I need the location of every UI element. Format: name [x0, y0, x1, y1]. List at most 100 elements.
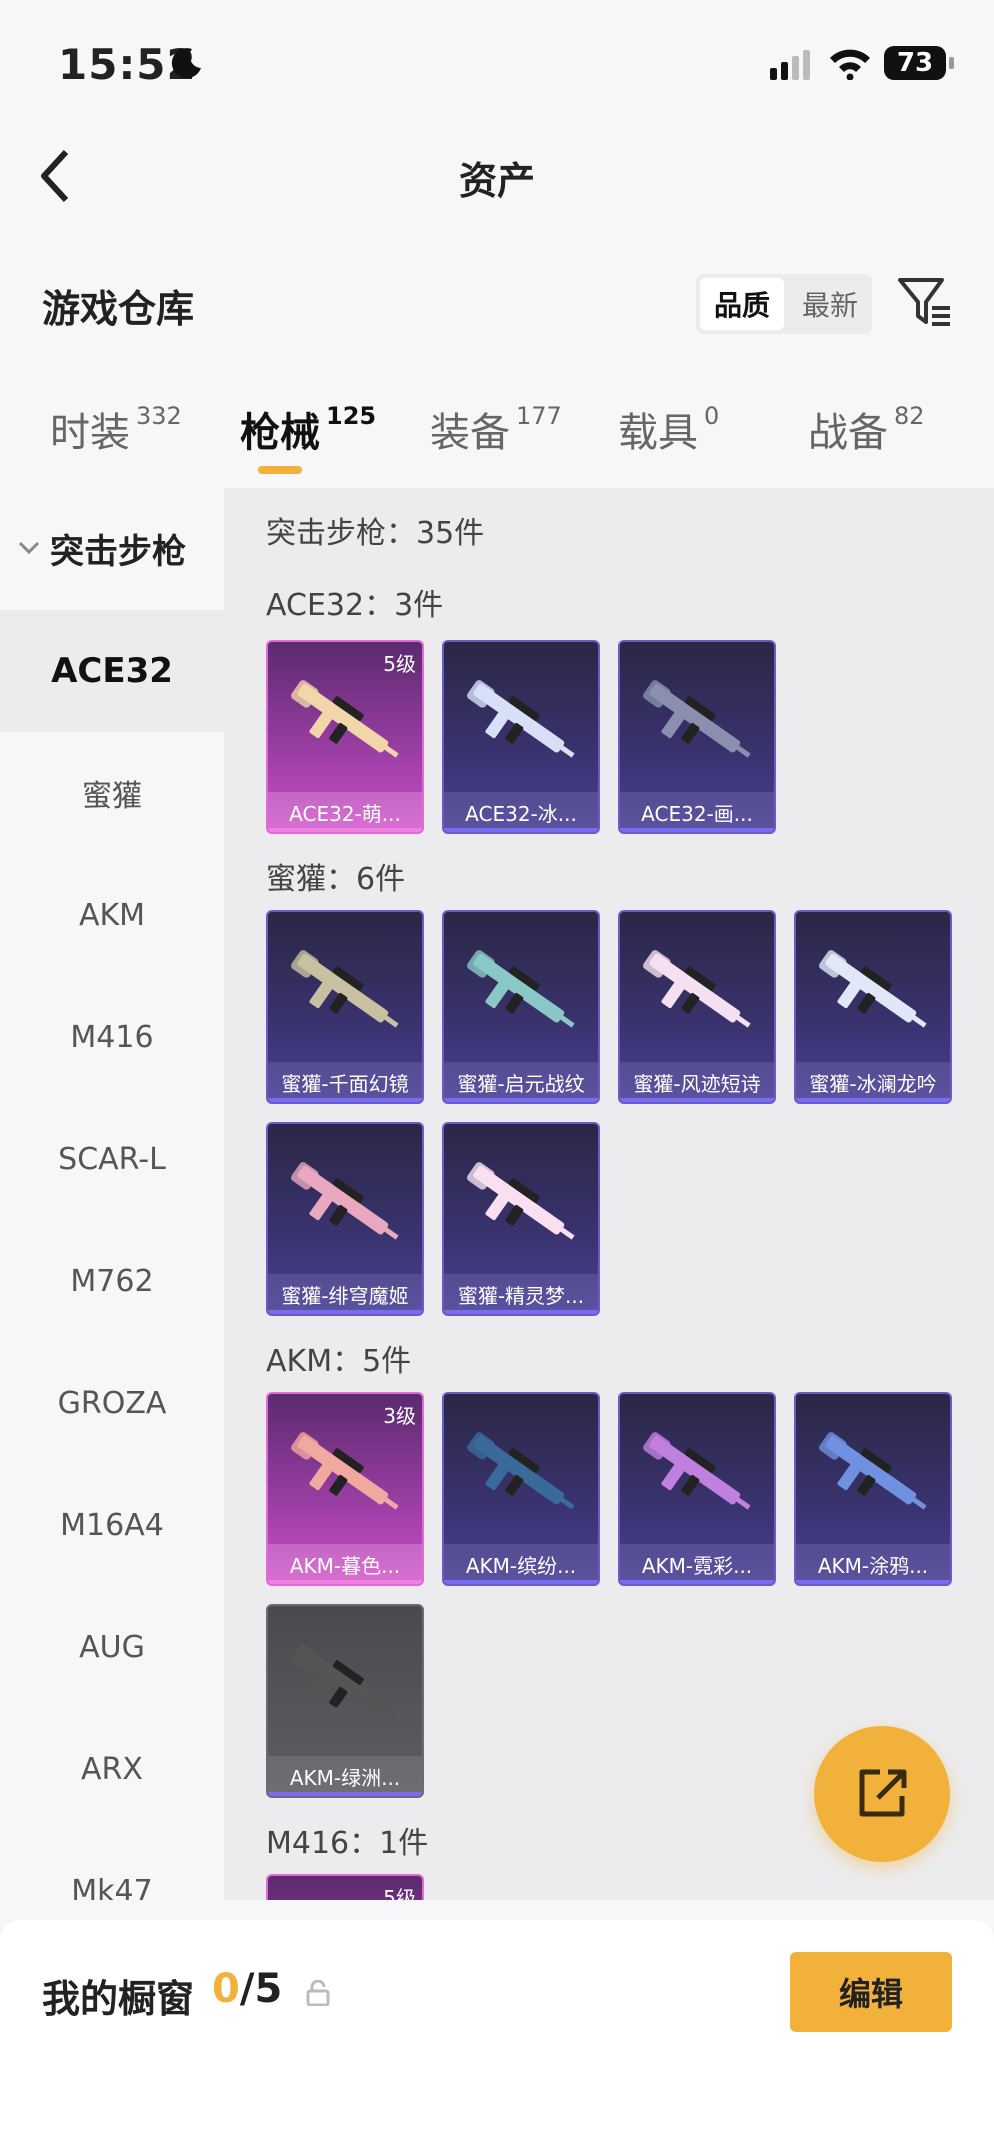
weapon-card[interactable]: AKM-涂鸦...: [794, 1392, 952, 1586]
rarity-bar: [444, 1098, 598, 1102]
sidebar-category-assault-rifle[interactable]: 突击步枪: [0, 488, 224, 608]
sidebar-item-scar-l[interactable]: SCAR-L: [0, 1098, 224, 1220]
status-bar: 15:52 73: [0, 0, 994, 130]
weapon-name: AKM-绿洲...: [268, 1756, 422, 1796]
weapon-name: ACE32-萌...: [268, 792, 422, 832]
weapon-sidebar: 突击步枪 ACE32 蜜獾 AKM M416 SCAR-L M762 GROZA…: [0, 488, 224, 1900]
weapon-card[interactable]: 蜜獾-风迹短诗: [618, 910, 776, 1104]
category-total: 突击步枪：35件: [266, 516, 485, 551]
weapon-level-badge: 5级: [383, 1886, 416, 1900]
weapon-name: AKM-霓彩...: [620, 1544, 774, 1584]
sidebar-item-m16a4[interactable]: M16A4: [0, 1464, 224, 1586]
weapon-card[interactable]: 蜜獾-绯穹魔姬: [266, 1122, 424, 1316]
rifle-icon: [467, 950, 575, 1028]
weapon-card[interactable]: 3级 AKM-暮色...: [266, 1392, 424, 1586]
sort-toggle: 品质 最新: [696, 274, 872, 334]
rifle-icon: [643, 950, 751, 1028]
weapon-card[interactable]: 5级: [266, 1874, 424, 1900]
rifle-icon: [467, 680, 575, 758]
battery-indicator: 73: [884, 46, 954, 80]
rifle-icon: [291, 680, 399, 758]
weapon-name: 蜜獾-风迹短诗: [620, 1062, 774, 1102]
weapon-grid: 突击步枪：35件 ACE32：3件 5级 ACE32-萌... ACE32-冰..…: [224, 488, 994, 1900]
sidebar-item-arx[interactable]: ARX: [0, 1708, 224, 1830]
lock-icon: [306, 1980, 330, 2006]
tab-equipment[interactable]: 装备 177: [430, 400, 562, 458]
share-button[interactable]: [814, 1726, 950, 1862]
section-label-ace32: ACE32：3件: [266, 588, 444, 623]
sort-quality-button[interactable]: 品质: [700, 278, 784, 330]
weapon-card[interactable]: ACE32-冰...: [442, 640, 600, 834]
tab-fashion[interactable]: 时装 332: [50, 400, 182, 458]
sidebar-item-akm[interactable]: AKM: [0, 854, 224, 976]
signal-icon: [770, 50, 810, 80]
weapon-card[interactable]: ACE32-画...: [618, 640, 776, 834]
rifle-icon: [291, 1644, 399, 1722]
weapon-card[interactable]: 蜜獾-千面幻镜: [266, 910, 424, 1104]
weapon-card[interactable]: 蜜獾-冰澜龙吟: [794, 910, 952, 1104]
weapon-card[interactable]: 蜜獾-精灵梦...: [442, 1122, 600, 1316]
sidebar-item-m416[interactable]: M416: [0, 976, 224, 1098]
sidebar-item-honey-badger[interactable]: 蜜獾: [0, 732, 224, 854]
weapon-name: 蜜獾-冰澜龙吟: [796, 1062, 950, 1102]
weapon-card[interactable]: AKM-缤纷...: [442, 1392, 600, 1586]
tab-supplies[interactable]: 战备 82: [808, 400, 925, 458]
filter-icon[interactable]: [896, 276, 952, 330]
rarity-bar: [620, 1580, 774, 1584]
weapon-name: 蜜獾-千面幻镜: [268, 1062, 422, 1102]
sidebar-item-m762[interactable]: M762: [0, 1220, 224, 1342]
showcase-count: 0/5: [212, 1966, 283, 2012]
rifle-icon: [819, 1432, 927, 1510]
edit-button[interactable]: 编辑: [790, 1952, 952, 2032]
weapon-card[interactable]: 5级 ACE32-萌...: [266, 640, 424, 834]
sidebar-item-groza[interactable]: GROZA: [0, 1342, 224, 1464]
rarity-bar: [268, 1792, 422, 1796]
rarity-bar: [268, 1310, 422, 1314]
weapon-name: 蜜獾-精灵梦...: [444, 1274, 598, 1314]
weapon-level-badge: 3级: [383, 1404, 416, 1428]
tab-firearms[interactable]: 枪械 125: [240, 400, 376, 458]
chevron-down-icon: [18, 541, 40, 555]
section-label-honey-badger: 蜜獾：6件: [266, 862, 406, 897]
weapon-name: AKM-涂鸦...: [796, 1544, 950, 1584]
sidebar-item-mk47[interactable]: Mk47: [0, 1830, 224, 1901]
rifle-icon: [643, 1432, 751, 1510]
rifle-icon: [291, 950, 399, 1028]
rarity-bar: [268, 1098, 422, 1102]
rarity-bar: [620, 1098, 774, 1102]
sidebar-category-label: 突击步枪: [50, 531, 186, 572]
rarity-bar: [268, 828, 422, 832]
category-tabs: 时装 332 枪械 125 装备 177 载具 0 战备 82: [0, 400, 994, 480]
weapon-name: ACE32-画...: [620, 792, 774, 832]
rarity-bar: [620, 828, 774, 832]
section-label-m416: M416：1件: [266, 1826, 429, 1861]
active-tab-indicator: [258, 466, 302, 474]
rarity-bar: [796, 1098, 950, 1102]
weapon-card[interactable]: 蜜獾-启元战纹: [442, 910, 600, 1104]
tab-vehicles[interactable]: 载具 0: [618, 400, 719, 458]
rifle-icon: [291, 1162, 399, 1240]
rifle-icon: [819, 950, 927, 1028]
rarity-bar: [268, 1580, 422, 1584]
weapon-name: 蜜獾-启元战纹: [444, 1062, 598, 1102]
showcase-bar: 我的橱窗 0/5 编辑: [0, 1920, 994, 2152]
sidebar-item-aug[interactable]: AUG: [0, 1586, 224, 1708]
weapon-name: AKM-暮色...: [268, 1544, 422, 1584]
weapon-card[interactable]: AKM-霓彩...: [618, 1392, 776, 1586]
sort-latest-button[interactable]: 最新: [788, 274, 872, 334]
sidebar-item-ace32[interactable]: ACE32: [0, 610, 224, 732]
weapon-name: AKM-缤纷...: [444, 1544, 598, 1584]
warehouse-title: 游戏仓库: [42, 287, 195, 331]
rifle-icon: [467, 1162, 575, 1240]
weapon-level-badge: 5级: [383, 652, 416, 676]
section-label-akm: AKM：5件: [266, 1344, 412, 1379]
moon-icon: [171, 48, 201, 79]
rarity-bar: [444, 1310, 598, 1314]
rarity-bar: [796, 1580, 950, 1584]
rarity-bar: [444, 1580, 598, 1584]
page-title: 资产: [458, 159, 535, 203]
weapon-card[interactable]: AKM-绿洲...: [266, 1604, 424, 1798]
showcase-title: 我的橱窗: [42, 1977, 195, 2021]
rifle-icon: [291, 1432, 399, 1510]
rarity-bar: [444, 828, 598, 832]
